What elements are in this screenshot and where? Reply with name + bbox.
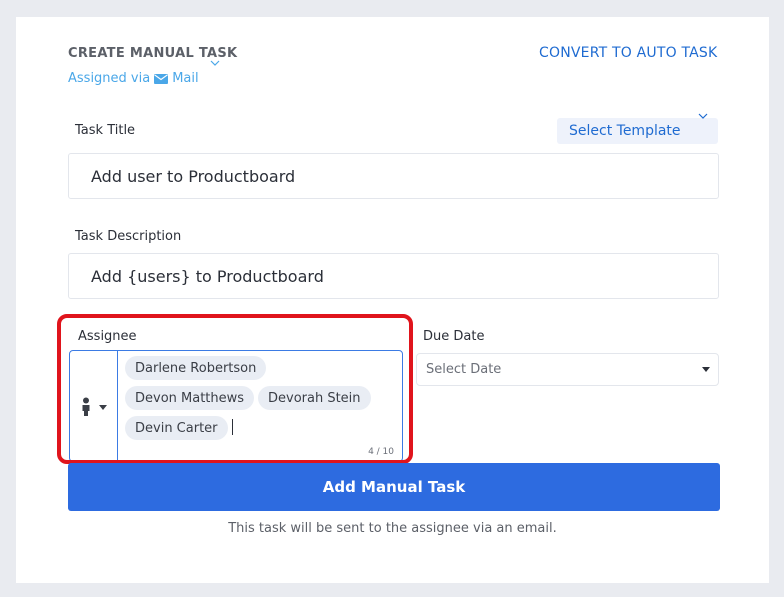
assignee-label: Assignee [78,329,137,344]
task-title-input[interactable]: Add user to Productboard [68,153,719,199]
caret-down-icon [702,367,710,372]
assignee-chip[interactable]: Devin Carter [125,416,228,440]
chevron-down-icon[interactable] [210,60,220,66]
assignee-chip[interactable]: Darlene Robertson [125,356,267,380]
chip-label: Darlene Robertson [135,360,257,376]
select-template-label: Select Template [569,123,681,139]
add-manual-task-label: Add Manual Task [322,478,466,496]
create-task-card: CREATE MANUAL TASK Assigned via Mail CON… [16,17,769,583]
task-description-label: Task Description [75,229,182,244]
person-icon [82,397,90,416]
caret-down-icon [99,405,107,410]
task-description-input[interactable]: Add {users} to Productboard [68,253,719,299]
assignee-chip[interactable]: Devon Matthews [125,386,255,410]
due-date-placeholder: Select Date [426,362,502,377]
chip-label: Devin Carter [135,420,218,436]
assignee-type-selector[interactable] [70,351,118,461]
mail-icon [154,73,169,84]
add-manual-task-button[interactable]: Add Manual Task [68,463,720,511]
assigned-via-label: Assigned via [68,71,151,86]
task-title-value: Add user to Productboard [91,166,296,186]
chip-label: Devon Matthews [135,390,245,406]
task-title-label: Task Title [75,123,136,138]
assigned-via: Assigned via Mail [68,71,199,86]
due-date-select[interactable]: Select Date [416,353,719,386]
footnote: This task will be sent to the assignee v… [228,521,557,536]
convert-to-auto-task-link[interactable]: CONVERT TO AUTO TASK [539,45,717,61]
task-description-value: Add {users} to Productboard [91,266,324,286]
assignee-counter: 4 / 10 [368,447,394,457]
page-title: CREATE MANUAL TASK [68,46,238,61]
text-cursor [232,419,233,435]
channel-label[interactable]: Mail [172,71,198,86]
chevron-down-icon[interactable] [698,113,708,119]
chip-label: Devorah Stein [268,390,361,406]
due-date-label: Due Date [423,329,485,344]
assignee-chip[interactable]: Devorah Stein [258,386,371,410]
select-template-dropdown[interactable]: Select Template [557,118,718,144]
assignee-input[interactable]: Darlene Robertson Devon Matthews Devorah… [69,350,403,462]
